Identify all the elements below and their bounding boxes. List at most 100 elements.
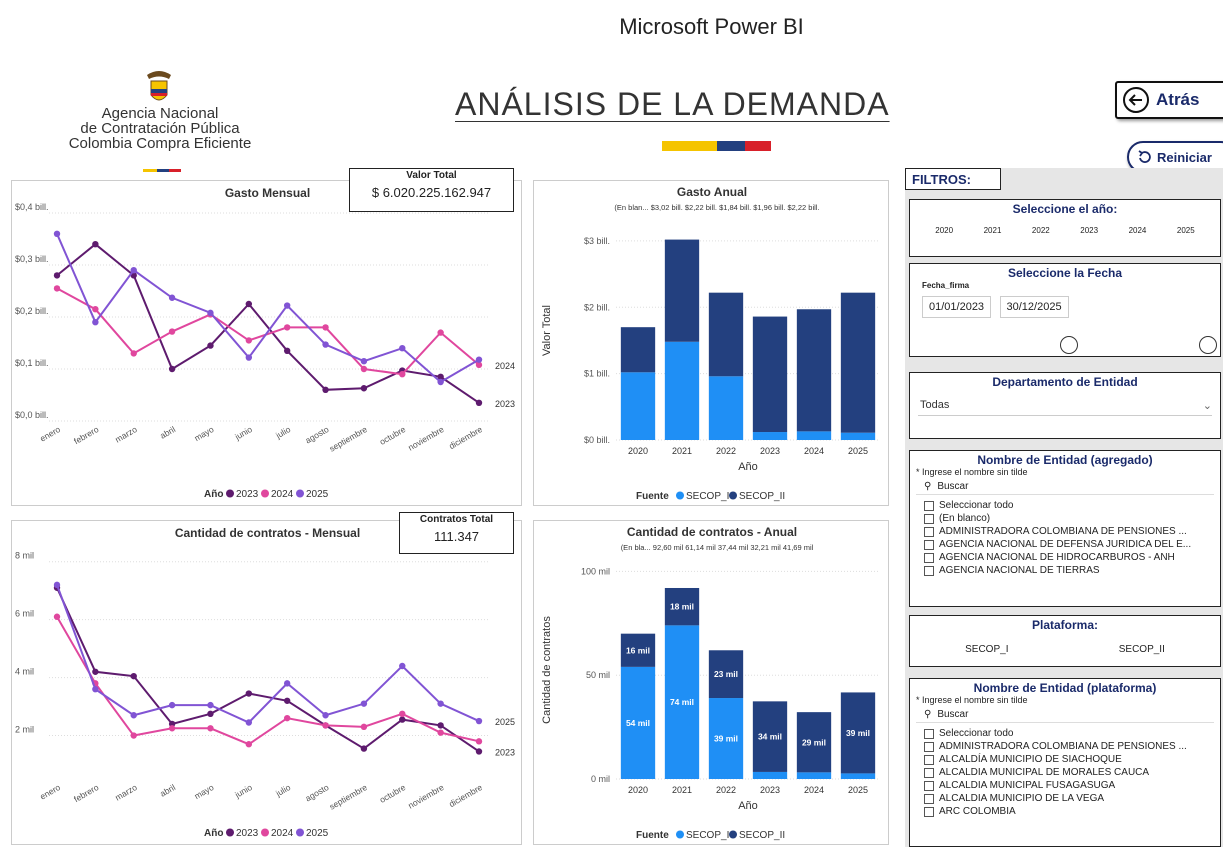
bar-segment-SECOP_I	[840, 773, 876, 779]
list-item[interactable]: ALCALDIA MUNICIPAL DE MORALES CAUCA	[910, 766, 1220, 779]
bar-segment-SECOP_I	[708, 376, 744, 440]
list-item[interactable]: ALCALDÍA MUNICIPIO DE SIACHOQUE	[910, 753, 1220, 766]
list-item[interactable]: ADMINISTRADORA COLOMBIANA DE PENSIONES .…	[910, 740, 1220, 753]
entidad-plataforma-search[interactable]: ⚲ Buscar	[916, 705, 1214, 723]
data-point	[283, 697, 291, 704]
list-item[interactable]: ALCALDIA MUNICIPIO DE LA VEGA	[910, 792, 1220, 805]
data-label: 16 mil	[626, 645, 650, 655]
list-item[interactable]: ADMINISTRADORA COLOMBIANA DE PENSIONES .…	[910, 525, 1220, 538]
legend-marker	[296, 828, 304, 837]
data-point	[475, 717, 483, 725]
list-item[interactable]: (En blanco)	[910, 512, 1220, 525]
bar-segment-SECOP_II	[752, 316, 788, 433]
year-option[interactable]: 2021	[984, 226, 1002, 235]
chart-gasto-mensual[interactable]: Gasto Mensual $0,0 bill. $0,1 bill. $0,2 bi…	[11, 180, 522, 506]
date-start-slider-handle[interactable]	[1060, 336, 1078, 354]
reset-button-label: Reiniciar	[1157, 149, 1212, 165]
year-option[interactable]: 2020	[935, 226, 953, 235]
chart-contratos-anual[interactable]: Cantidad de contratos - Anual (En bla... …	[533, 520, 889, 845]
date-field-label: Fecha_firma	[922, 281, 970, 290]
data-label: 23 mil	[714, 669, 738, 679]
checkbox[interactable]	[924, 741, 934, 752]
series-line-2025	[56, 584, 480, 724]
x-tick-label: febrero	[72, 424, 101, 446]
x-tick-label: mayo	[192, 782, 215, 801]
data-point	[92, 306, 99, 313]
year-option[interactable]: 2025	[1177, 226, 1195, 235]
date-start-input[interactable]: 01/01/2023	[922, 296, 992, 318]
checkbox[interactable]	[924, 754, 934, 765]
chart-contratos-mensual[interactable]: Cantidad de contratos - Mensual 2 mil 4 mi…	[11, 520, 522, 845]
series-line-2025	[56, 233, 480, 384]
checkbox[interactable]	[924, 539, 934, 550]
plataforma-option[interactable]: SECOP_I	[965, 644, 1008, 655]
entidad-plataforma-title: Nombre de Entidad (plataforma)	[973, 681, 1157, 695]
checkbox[interactable]	[924, 780, 934, 791]
list-item[interactable]: AGENCIA NACIONAL DE DEFENSA JURIDICA DEL…	[910, 538, 1220, 551]
series-end-label: 2024	[495, 361, 515, 371]
plataforma-option[interactable]: SECOP_II	[1119, 644, 1165, 655]
data-point	[245, 337, 253, 344]
y-tick-label: 50 mil	[586, 670, 610, 680]
entidad-agregado-hint: * Ingrese el nombre sin tilde	[916, 467, 1028, 477]
series-line-2023	[56, 242, 480, 404]
x-tick-label: agosto	[303, 782, 330, 804]
x-tick-label: marzo	[113, 782, 139, 803]
list-item[interactable]: ALCALDIA MUNICIPAL FUSAGASUGA	[910, 779, 1220, 792]
list-item-label: Seleccionar todo	[939, 500, 1014, 511]
data-point	[283, 680, 291, 687]
checkbox[interactable]	[924, 806, 934, 817]
app-title: Microsoft Power BI	[619, 14, 804, 39]
plataforma-options: SECOP_I SECOP_II	[910, 644, 1220, 655]
x-tick-label: 2021	[672, 446, 692, 456]
x-tick-label: septiembre	[327, 782, 369, 812]
back-button[interactable]: Atrás	[1115, 81, 1223, 119]
departamento-filter-title: Departamento de Entidad	[992, 375, 1138, 389]
bar-segment-SECOP_I	[796, 772, 832, 779]
list-item[interactable]: Seleccionar todo	[910, 727, 1220, 740]
year-option[interactable]: 2022	[1032, 226, 1050, 235]
checkbox[interactable]	[924, 793, 934, 804]
date-filter: Seleccione la Fecha Fecha_firma 01/01/20…	[909, 263, 1221, 357]
totals-label: (En bla... 92,60 mil 61,14 mil 37,44 mil…	[621, 543, 814, 552]
checkbox[interactable]	[924, 565, 934, 576]
list-item[interactable]: Seleccionar todo	[910, 499, 1220, 512]
list-item[interactable]: ARC COLOMBIA	[910, 805, 1220, 818]
checkbox[interactable]	[924, 728, 934, 739]
legend-label: 2025	[306, 828, 329, 839]
checkbox[interactable]	[924, 526, 934, 537]
list-item-label: AGENCIA NACIONAL DE HIDROCARBUROS - ANH	[939, 552, 1175, 563]
date-end-input[interactable]: 30/12/2025	[999, 296, 1069, 318]
list-item[interactable]: AGENCIA NACIONAL DE HIDROCARBUROS - ANH	[910, 551, 1220, 564]
legend-marker	[729, 830, 737, 839]
page-title: ANÁLISIS DE LA DEMANDA	[455, 86, 890, 122]
bar-segment-SECOP_I	[840, 432, 876, 440]
date-end-slider-handle[interactable]	[1199, 336, 1217, 354]
checkbox[interactable]	[924, 767, 934, 778]
checkbox[interactable]	[924, 500, 934, 511]
legend-marker	[676, 830, 684, 839]
data-point	[399, 662, 406, 670]
list-item[interactable]: AGENCIA NACIONAL DE TIERRAS	[910, 564, 1220, 577]
search-placeholder: Buscar	[937, 709, 969, 720]
data-point	[92, 319, 99, 326]
data-point	[360, 365, 368, 373]
data-point	[437, 729, 444, 736]
entidad-agregado-search[interactable]: ⚲ Buscar	[916, 477, 1214, 495]
list-item-label: AGENCIA NACIONAL DE TIERRAS	[939, 565, 1100, 576]
data-point	[399, 371, 406, 378]
year-option[interactable]: 2024	[1129, 226, 1147, 235]
chart-gasto-anual[interactable]: Gasto Anual (En blan... $3,02 bill. $2,22…	[533, 180, 889, 506]
data-point	[245, 690, 253, 697]
y-tick-label: 100 mil	[581, 566, 610, 576]
departamento-dropdown[interactable]: Todas ⌄	[918, 397, 1212, 416]
data-point	[283, 714, 291, 722]
checkbox[interactable]	[924, 513, 934, 524]
bar-segment-SECOP_I	[752, 432, 788, 440]
checkbox[interactable]	[924, 552, 934, 563]
kpi-valor-total: Valor Total $ 6.020.225.162.947	[349, 168, 514, 212]
chart-title: Gasto Mensual	[225, 186, 310, 200]
data-point	[207, 701, 214, 709]
year-option[interactable]: 2023	[1080, 226, 1098, 235]
x-tick-label: 2023	[760, 785, 780, 795]
